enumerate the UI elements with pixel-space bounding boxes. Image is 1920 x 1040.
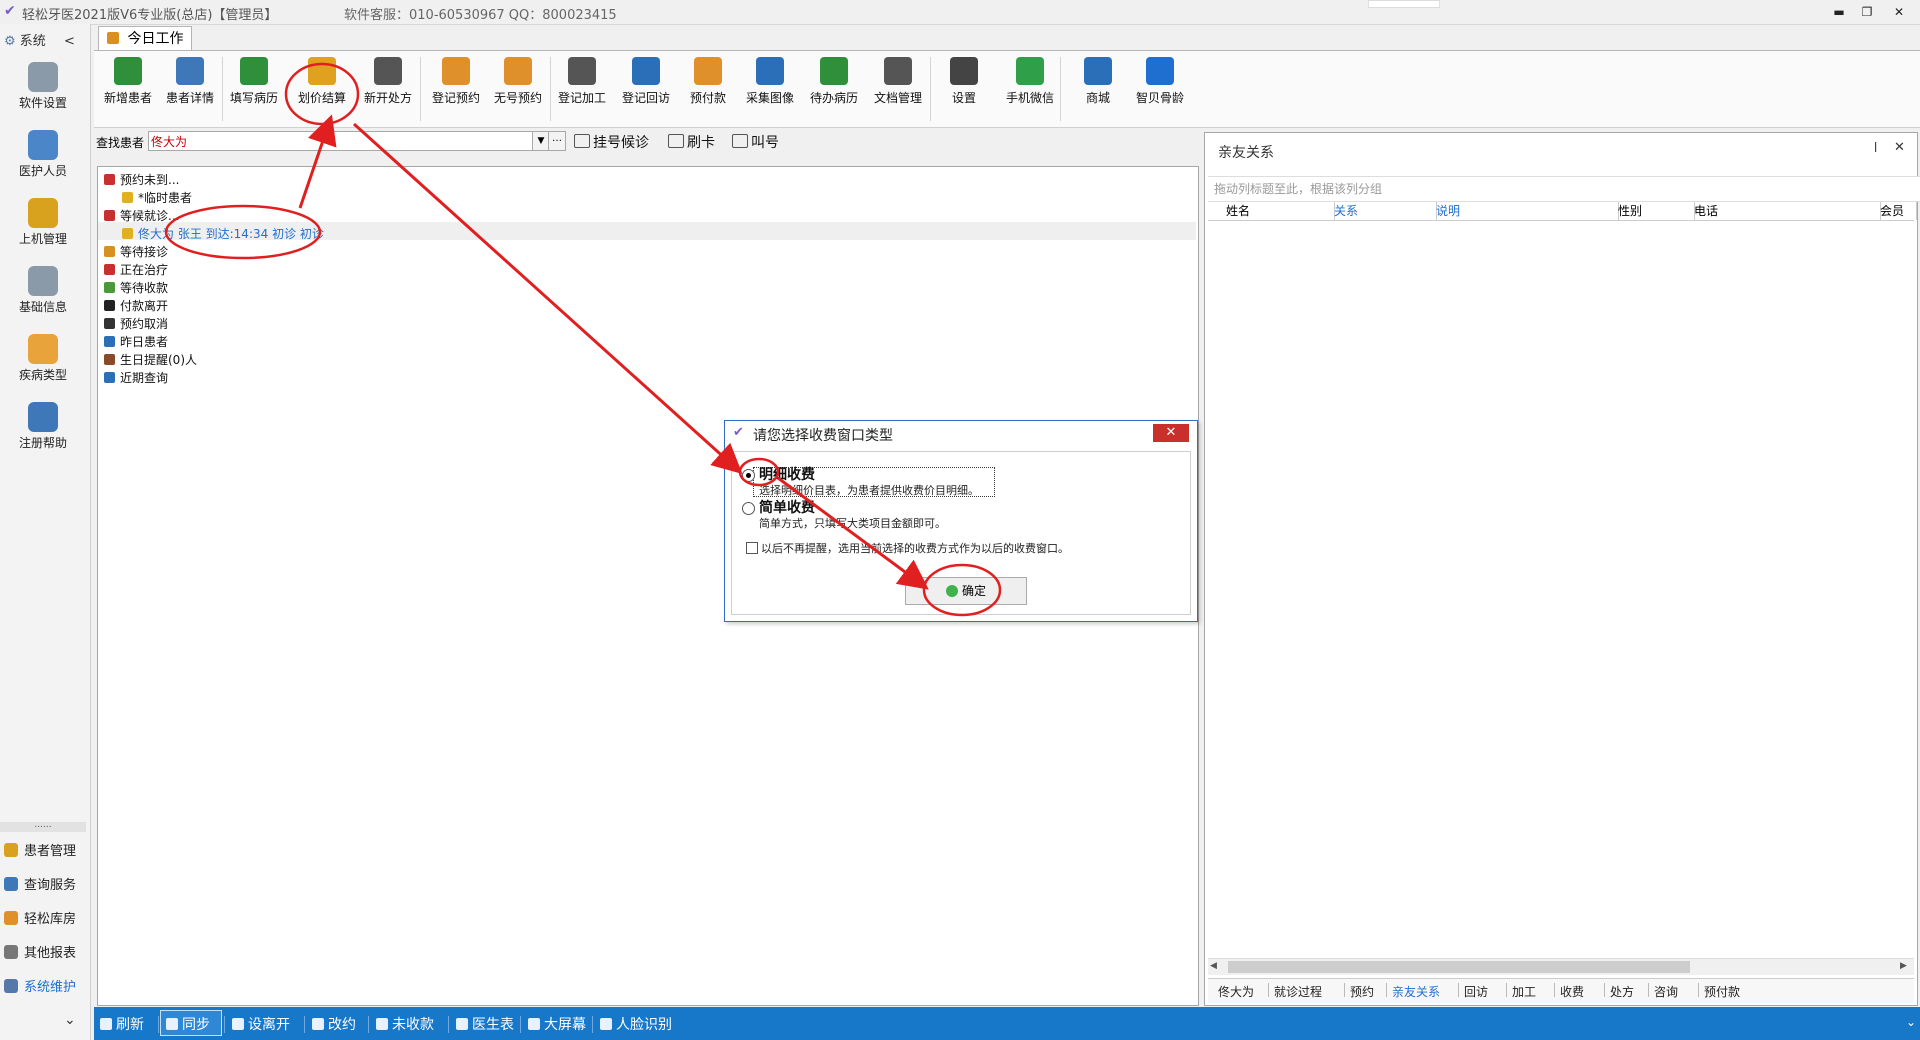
annotation-oval-radio bbox=[738, 457, 780, 487]
annotation-oval-patient bbox=[164, 204, 322, 260]
annotation-oval-billing bbox=[284, 62, 360, 126]
annotation-overlay bbox=[164, 62, 1002, 617]
annotation-oval-confirm bbox=[922, 563, 1002, 617]
annotation-arrow-1 bbox=[298, 114, 337, 209]
annotation-arrow-3 bbox=[777, 476, 929, 590]
annotation-arrow-2 bbox=[352, 122, 743, 475]
